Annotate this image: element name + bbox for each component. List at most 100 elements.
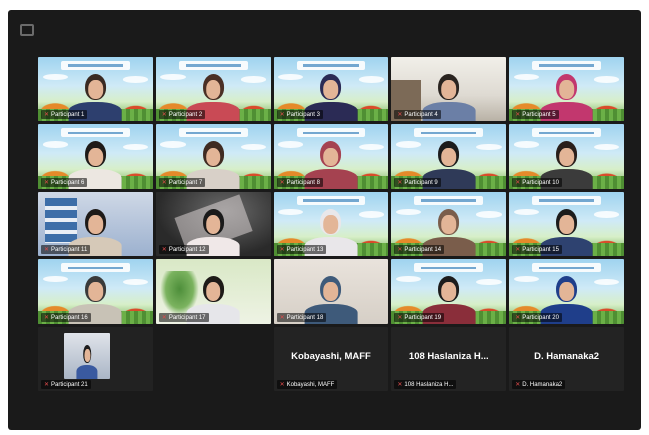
participant-name-label: ✕ Participant 16 [41, 312, 91, 322]
participant-name: Participant 11 [51, 247, 88, 254]
participant-name-label: ✕ 108 Haslaniza H... [394, 380, 457, 389]
participant-tile[interactable]: ✕ Participant 5 [509, 57, 624, 122]
mic-muted-icon: ✕ [515, 314, 521, 321]
mic-muted-icon: ✕ [161, 314, 167, 321]
mic-muted-icon: ✕ [397, 179, 403, 186]
mic-muted-icon: ✕ [397, 382, 403, 388]
participant-name: Participant 4 [404, 112, 438, 119]
participant-tile[interactable]: ✕ Participant 20 [509, 259, 624, 324]
participant-name-label: ✕ Participant 8 [276, 177, 323, 187]
mic-muted-icon: ✕ [397, 314, 403, 321]
participant-name-label: ✕ Participant 21 [41, 380, 91, 389]
participant-tile[interactable]: ✕ Participant 17 [155, 259, 271, 324]
participant-name: Participant 9 [404, 179, 438, 186]
mic-muted-icon: ✕ [44, 382, 50, 388]
participant-tile-camera-off[interactable]: 108 Haslaniza H... ✕ 108 Haslaniza H... [391, 326, 507, 391]
participant-name-label: ✕ Participant 18 [276, 312, 327, 322]
participant-tile-camera-off[interactable]: Kobayashi, MAFF ✕ Kobayashi, MAFF [273, 326, 389, 391]
participant-name: Participant 15 [522, 247, 559, 254]
mic-muted-icon: ✕ [279, 179, 285, 186]
participant-tile[interactable]: ✕ Participant 1 [38, 57, 153, 122]
mic-muted-icon: ✕ [279, 382, 285, 388]
participant-name: Participant 16 [51, 314, 88, 321]
participant-tile[interactable]: ✕ Participant 13 [273, 191, 389, 257]
participant-name-label: ✕ Participant 19 [394, 312, 445, 322]
mic-muted-icon: ✕ [161, 179, 167, 186]
participant-video [76, 342, 98, 379]
participant-name-label: ✕ Participant 6 [41, 177, 88, 187]
participant-name-label: ✕ Participant 2 [158, 110, 206, 120]
participant-name-label: ✕ Participant 7 [158, 177, 206, 187]
participant-tile[interactable]: ✕ Participant 4 [391, 57, 507, 122]
participant-name-label: ✕ Participant 11 [41, 245, 91, 255]
window-view-icon[interactable] [20, 24, 34, 36]
participant-name-label: ✕ Kobayashi, MAFF [276, 380, 338, 389]
participant-name: Participant 21 [51, 382, 88, 388]
mic-muted-icon: ✕ [279, 314, 285, 321]
participant-tile[interactable]: ✕ Participant 18 [273, 259, 389, 324]
mic-muted-icon: ✕ [44, 112, 50, 119]
participant-name: Participant 18 [286, 314, 324, 321]
participant-tile[interactable] [155, 326, 271, 391]
participant-name-label: ✕ Participant 4 [394, 110, 441, 120]
participant-tile[interactable]: ✕ Participant 21 [38, 326, 153, 391]
mic-muted-icon: ✕ [515, 179, 521, 186]
participant-tile[interactable]: ✕ Participant 9 [391, 124, 507, 189]
participant-name-label: ✕ Participant 14 [394, 245, 445, 255]
mic-muted-icon: ✕ [44, 247, 50, 254]
participant-name: Kobayashi, MAFF [286, 382, 335, 388]
participant-tile[interactable]: ✕ Participant 12 [155, 191, 271, 257]
mic-muted-icon: ✕ [279, 112, 285, 119]
participant-tile[interactable]: ✕ Participant 10 [509, 124, 624, 189]
participant-tile[interactable]: ✕ Participant 8 [273, 124, 389, 189]
participant-name: Participant 5 [522, 112, 556, 119]
participant-name: Participant 10 [522, 179, 559, 186]
participant-name: Participant 12 [168, 247, 206, 254]
participant-name: Participant 1 [51, 112, 85, 119]
participant-name-label: ✕ D. Hamanaka2 [512, 380, 566, 389]
mic-muted-icon: ✕ [515, 382, 521, 388]
participant-name-label: ✕ Participant 1 [41, 110, 88, 120]
participant-tile[interactable]: ✕ Participant 2 [155, 57, 271, 122]
participant-tile[interactable]: ✕ Participant 15 [509, 191, 624, 257]
participant-tile[interactable]: ✕ Participant 19 [391, 259, 507, 324]
participant-name-label: ✕ Participant 3 [276, 110, 323, 120]
participant-display-name: 108 Haslaniza H... [408, 351, 489, 363]
participant-tile[interactable]: ✕ Participant 11 [38, 191, 153, 257]
participant-name-label: ✕ Participant 10 [512, 177, 562, 187]
mic-muted-icon: ✕ [397, 247, 403, 254]
participant-name: Participant 8 [286, 179, 320, 186]
participant-name: Participant 7 [168, 179, 203, 186]
participant-tile-camera-off[interactable]: D. Hamanaka2 ✕ D. Hamanaka2 [509, 326, 624, 391]
mic-muted-icon: ✕ [397, 112, 403, 119]
mic-muted-icon: ✕ [515, 112, 521, 119]
participant-name-label: ✕ Participant 13 [276, 245, 327, 255]
participant-tile[interactable]: ✕ Participant 16 [38, 259, 153, 324]
mic-muted-icon: ✕ [44, 314, 50, 321]
participant-name: 108 Haslaniza H... [404, 382, 454, 388]
mic-muted-icon: ✕ [161, 247, 167, 254]
participant-name: D. Hamanaka2 [522, 382, 563, 388]
participant-tile[interactable]: ✕ Participant 3 [273, 57, 389, 122]
mic-muted-icon: ✕ [515, 247, 521, 254]
participant-name: Participant 13 [286, 247, 324, 254]
participant-name: Participant 20 [522, 314, 559, 321]
participant-name-label: ✕ Participant 9 [394, 177, 441, 187]
participant-name-label: ✕ Participant 20 [512, 312, 562, 322]
participant-name-label: ✕ Participant 12 [158, 245, 209, 255]
participant-name: Participant 3 [286, 112, 320, 119]
participant-tile[interactable]: ✕ Participant 7 [155, 124, 271, 189]
participant-name: Participant 14 [404, 247, 442, 254]
participant-tile[interactable]: ✕ Participant 6 [38, 124, 153, 189]
participant-display-name: D. Hamanaka2 [534, 351, 600, 363]
participant-name: Participant 2 [168, 112, 203, 119]
participant-gallery: ✕ Participant 1 ✕ Participant 2 ✕ Participant… [38, 57, 624, 391]
mic-muted-icon: ✕ [279, 247, 285, 254]
participant-display-name: Kobayashi, MAFF [291, 351, 371, 363]
participant-name-label: ✕ Participant 17 [158, 312, 209, 322]
participant-name-label: ✕ Participant 5 [512, 110, 559, 120]
participant-name: Participant 6 [51, 179, 85, 186]
participant-name: Participant 17 [168, 314, 206, 321]
participant-tile[interactable]: ✕ Participant 14 [391, 191, 507, 257]
participant-name: Participant 19 [404, 314, 442, 321]
